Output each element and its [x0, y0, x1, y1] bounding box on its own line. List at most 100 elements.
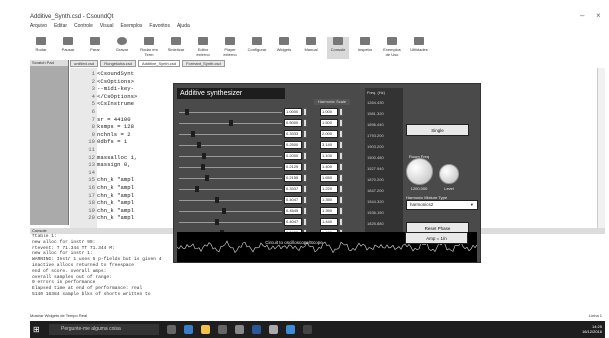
harmonic-input[interactable]: 1.100 — [320, 152, 338, 160]
amplitude-spinner[interactable] — [303, 207, 307, 215]
harmonic-input[interactable]: 3.140 — [320, 141, 338, 149]
slider-handle[interactable] — [201, 164, 205, 170]
tab-rungekutta[interactable]: Rungekutta.csd — [100, 60, 137, 67]
slider-handle[interactable] — [202, 153, 206, 159]
tab-additive-synth[interactable]: Additive_Synth.csd — [138, 60, 181, 67]
harmonic-spinner[interactable] — [339, 174, 343, 182]
harmonic-slider[interactable] — [177, 141, 282, 149]
harmonic-spinner[interactable] — [339, 218, 343, 226]
harmonic-slider[interactable] — [177, 185, 282, 193]
harmonic-slider[interactable] — [177, 163, 282, 171]
harmonic-slider[interactable] — [177, 152, 282, 160]
csoundqt-taskbar-icon[interactable] — [303, 325, 312, 334]
slider-handle[interactable] — [215, 219, 219, 225]
harmonic-input[interactable]: 1.400 — [320, 163, 338, 171]
pause-button[interactable]: Pausar — [57, 37, 79, 59]
harmonic-slider[interactable] — [177, 196, 282, 204]
stop-button[interactable]: Parar — [84, 37, 106, 59]
edge-icon[interactable] — [184, 325, 193, 334]
harmonic-spinner[interactable] — [339, 130, 343, 138]
amplitude-spinner[interactable] — [303, 196, 307, 204]
configure-button[interactable]: Configurar — [246, 37, 268, 59]
manual-button[interactable]: Manual — [300, 37, 322, 59]
harmonic-input[interactable]: 1.650 — [320, 174, 338, 182]
store-icon[interactable] — [218, 325, 227, 334]
slider-handle[interactable] — [185, 109, 189, 115]
app-icon[interactable] — [269, 325, 278, 334]
harmonic-slider[interactable] — [177, 119, 282, 127]
harmonic-spinner[interactable] — [339, 207, 343, 215]
task-view-icon[interactable] — [167, 325, 176, 334]
external-editor-button[interactable]: Editor externo — [192, 37, 214, 59]
inspector-button[interactable]: Inspetor — [354, 37, 376, 59]
word-icon[interactable] — [252, 325, 261, 334]
harmonic-spinner[interactable] — [339, 141, 343, 149]
amplitude-input[interactable]: 0.5000 — [284, 119, 302, 127]
slider-handle[interactable] — [222, 208, 226, 214]
amplitude-input[interactable]: 0.4047 — [284, 218, 302, 226]
amplitude-input[interactable]: 0.2000 — [284, 152, 302, 160]
harmonic-input[interactable]: 2.000 — [320, 130, 338, 138]
slider-handle[interactable] — [197, 142, 201, 148]
menu-edit[interactable]: Editar — [54, 23, 67, 29]
menu-favorites[interactable]: Favoritos — [149, 23, 170, 29]
amplitude-input[interactable]: 1.0000 — [284, 108, 302, 116]
harmonic-spinner[interactable] — [339, 196, 343, 204]
harmonic-type-select[interactable]: harmonics2 ▾ — [406, 200, 478, 210]
amplitude-spinner[interactable] — [303, 119, 307, 127]
amplitude-spinner[interactable] — [303, 174, 307, 182]
harmonic-slider[interactable] — [177, 130, 282, 138]
windows-start-icon[interactable]: ⊞ — [33, 325, 45, 335]
amplitude-spinner[interactable] — [303, 218, 307, 226]
console-button[interactable]: Console — [327, 37, 349, 59]
menu-view[interactable]: Visual — [100, 23, 114, 29]
harmonic-slider[interactable] — [177, 218, 282, 226]
mail-icon[interactable] — [235, 325, 244, 334]
amplitude-input[interactable]: 0.4545 — [284, 207, 302, 215]
amplitude-spinner[interactable] — [303, 152, 307, 160]
level-knob[interactable] — [439, 164, 459, 184]
slider-handle[interactable] — [191, 131, 195, 137]
harmonic-input[interactable]: 1.390 — [320, 207, 338, 215]
run-button[interactable]: Rodar — [30, 37, 52, 59]
editor-scrollbar[interactable] — [597, 68, 605, 228]
harmonic-input[interactable]: 1.000 — [320, 108, 338, 116]
amplitude-input[interactable]: 0.4047 — [284, 196, 302, 204]
amp-button[interactable]: Amp = 1/n — [405, 232, 468, 244]
minimize-icon[interactable]: – — [580, 11, 584, 20]
menu-control[interactable]: Controle — [74, 23, 93, 29]
harmonic-slider[interactable] — [177, 174, 282, 182]
harmonic-slider[interactable] — [177, 108, 282, 116]
chrome-icon[interactable] — [286, 325, 295, 334]
menu-file[interactable]: Arquivo — [30, 23, 47, 29]
amplitude-spinner[interactable] — [303, 185, 307, 193]
amplitude-input[interactable]: 0.2155 — [284, 174, 302, 182]
harmonic-slider[interactable] — [177, 207, 282, 215]
amplitude-input[interactable]: 0.3337 — [284, 185, 302, 193]
render-button[interactable]: Sintetizar — [165, 37, 187, 59]
taskbar-search[interactable]: Pergunte-me alguma coisa — [49, 324, 159, 335]
external-player-button[interactable]: Player externo — [219, 37, 241, 59]
single-button[interactable]: Single — [406, 124, 469, 136]
tab-formant-synth[interactable]: Formant_Synth.csd — [182, 60, 225, 67]
amplitude-input[interactable]: 0.2129 — [284, 163, 302, 171]
utilities-button[interactable]: Utilidades — [408, 37, 430, 59]
room-knob[interactable] — [406, 158, 433, 185]
menu-help[interactable]: Ajuda — [177, 23, 190, 29]
slider-handle[interactable] — [205, 175, 209, 181]
slider-handle[interactable] — [195, 186, 199, 192]
close-icon[interactable]: × — [596, 11, 601, 20]
run-in-term-button[interactable]: Rodar em Term — [138, 37, 160, 59]
harmonic-input[interactable]: 1.350 — [320, 196, 338, 204]
slider-handle[interactable] — [229, 120, 233, 126]
harmonic-spinner[interactable] — [339, 152, 343, 160]
harmonic-spinner[interactable] — [339, 163, 343, 171]
slider-handle[interactable] — [215, 197, 219, 203]
amplitude-input[interactable]: 0.3333 — [284, 130, 302, 138]
amplitude-spinner[interactable] — [303, 108, 307, 116]
harmonic-input[interactable]: 1.440 — [320, 218, 338, 226]
menu-examples[interactable]: Exemplos — [120, 23, 142, 29]
amplitude-spinner[interactable] — [303, 163, 307, 171]
harmonic-spinner[interactable] — [339, 108, 343, 116]
live-examples-button[interactable]: Exemplos de Uso — [381, 37, 403, 59]
